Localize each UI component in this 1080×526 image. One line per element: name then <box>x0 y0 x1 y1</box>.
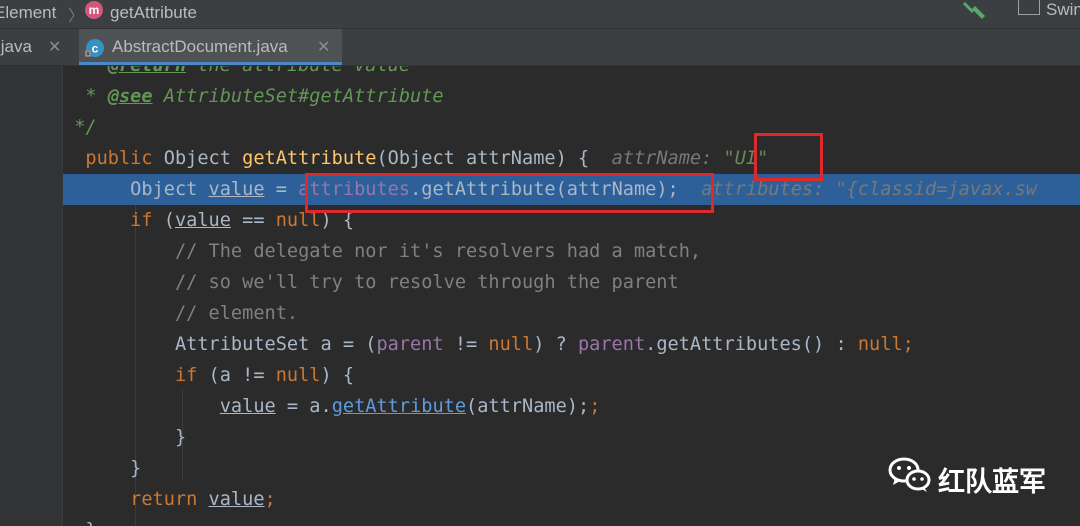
code-line: * @see AttributeSet#getAttribute <box>63 86 444 107</box>
code-line: } <box>63 515 1080 526</box>
build-hammer-icon[interactable] <box>962 0 988 22</box>
code-line: */ <box>63 117 97 138</box>
inline-debug-hint: attributes: "{classid=javax.sw <box>701 179 1037 200</box>
java-class-icon: c <box>85 39 104 57</box>
editor-tab-bar: .java ✕ c AbstractDocument.java ✕ <box>0 29 1080 66</box>
code-line: value = a.getAttribute(attrName);; <box>219 396 601 417</box>
tab-abstractdocument[interactable]: c AbstractDocument.java ✕ <box>79 29 342 65</box>
code-line: AttributeSet a = (parent != null) ? pare… <box>174 334 914 355</box>
code-line: } <box>174 427 187 448</box>
tab-close-icon[interactable]: ✕ <box>317 37 330 57</box>
code-line: if (a != null) { <box>174 365 355 386</box>
inline-debug-hint: attrName: <box>611 148 713 169</box>
tab-label: AbstractDocument.java <box>112 37 288 56</box>
code-line: // element. <box>174 303 299 324</box>
code-line: // The delegate nor it's resolvers had a… <box>174 241 702 262</box>
breadcrumb-separator: 〉 <box>68 8 85 25</box>
watermark-text: 红队蓝军 <box>938 467 1046 498</box>
tab-close-icon[interactable]: ✕ <box>48 37 61 57</box>
tab-java-file[interactable]: .java ✕ <box>0 29 78 65</box>
run-config-icon <box>1018 0 1040 15</box>
run-configuration-selector[interactable]: Swin <box>1014 0 1080 24</box>
code-line: * @return the attribute value <box>63 66 1080 81</box>
wechat-icon <box>888 457 931 492</box>
tab-label: .java <box>0 37 32 56</box>
run-config-label: Swin <box>1046 0 1080 19</box>
method-icon: m <box>85 1 103 19</box>
editor-gutter <box>0 66 63 526</box>
wechat-watermark: 红队蓝军 <box>886 452 1076 502</box>
breadcrumb-item-element[interactable]: Element <box>0 3 56 23</box>
code-line: public Object getAttribute(Object attrNa… <box>85 148 769 169</box>
code-line: // so we'll try to resolve through the p… <box>174 272 679 293</box>
svg-text:c: c <box>92 42 99 56</box>
breadcrumb-item-getattribute[interactable]: getAttribute <box>110 3 197 23</box>
breadcrumb: Element 〉 m getAttribute Swin <box>0 0 1080 29</box>
annotation-box-attrname-value <box>754 133 823 181</box>
annotation-box-getattribute-call <box>305 173 714 213</box>
